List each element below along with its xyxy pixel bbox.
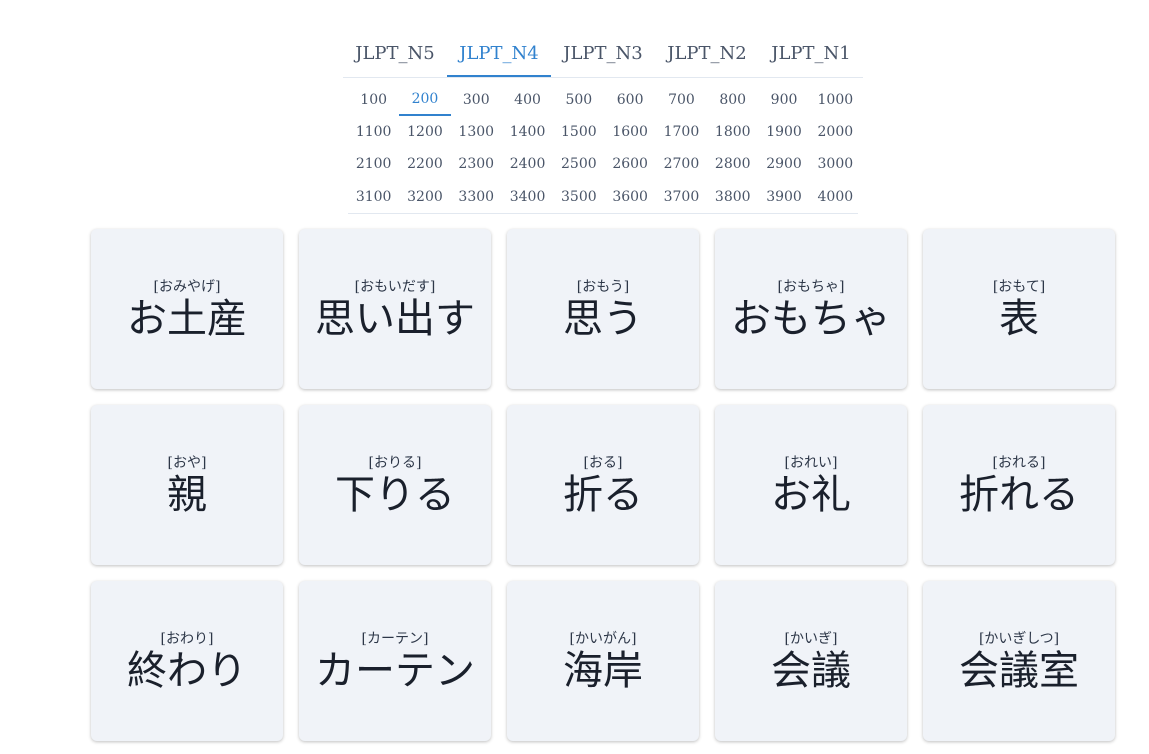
range-100[interactable]: 100: [348, 84, 399, 116]
word-card[interactable]: [おわり] 終わり: [91, 581, 283, 741]
word-text: お礼: [771, 472, 851, 518]
word-card[interactable]: [おる] 折る: [507, 405, 699, 565]
range-2200[interactable]: 2200: [399, 148, 450, 180]
tab-jlpt-n4[interactable]: JLPT_N4: [447, 32, 551, 77]
word-card[interactable]: [かいぎしつ] 会議室: [923, 581, 1115, 741]
range-2100[interactable]: 2100: [348, 148, 399, 180]
range-4000[interactable]: 4000: [810, 181, 861, 213]
word-card[interactable]: [カーテン] カーテン: [299, 581, 491, 741]
range-2400[interactable]: 2400: [502, 148, 553, 180]
level-tabs: JLPT_N5 JLPT_N4 JLPT_N3 JLPT_N2 JLPT_N1: [343, 32, 863, 78]
word-card[interactable]: [かいぎ] 会議: [715, 581, 907, 741]
word-reading: [かいぎしつ]: [978, 631, 1060, 647]
range-800[interactable]: 800: [707, 84, 758, 116]
word-text: 下りる: [335, 472, 455, 518]
range-900[interactable]: 900: [758, 84, 809, 116]
tab-jlpt-n1[interactable]: JLPT_N1: [759, 32, 863, 76]
word-reading: [おれる]: [992, 455, 1046, 471]
range-2900[interactable]: 2900: [758, 148, 809, 180]
range-300[interactable]: 300: [451, 84, 502, 116]
word-reading: [おれい]: [784, 455, 838, 471]
range-1400[interactable]: 1400: [502, 116, 553, 148]
range-1800[interactable]: 1800: [707, 116, 758, 148]
word-card[interactable]: [おれる] 折れる: [923, 405, 1115, 565]
range-3800[interactable]: 3800: [707, 181, 758, 213]
range-2500[interactable]: 2500: [553, 148, 604, 180]
word-card[interactable]: [おみやげ] お土産: [91, 229, 283, 389]
range-2000[interactable]: 2000: [810, 116, 861, 148]
range-200[interactable]: 200: [399, 84, 451, 117]
range-1100[interactable]: 1100: [348, 116, 399, 148]
range-3600[interactable]: 3600: [604, 181, 655, 213]
range-1200[interactable]: 1200: [399, 116, 450, 148]
word-card[interactable]: [おれい] お礼: [715, 405, 907, 565]
range-1700[interactable]: 1700: [656, 116, 707, 148]
word-text: 海岸: [563, 648, 643, 694]
range-500[interactable]: 500: [553, 84, 604, 116]
range-1600[interactable]: 1600: [604, 116, 655, 148]
range-2800[interactable]: 2800: [707, 148, 758, 180]
word-text: 折れる: [959, 472, 1079, 518]
range-3100[interactable]: 3100: [348, 181, 399, 213]
range-1500[interactable]: 1500: [553, 116, 604, 148]
range-3400[interactable]: 3400: [502, 181, 553, 213]
range-600[interactable]: 600: [604, 84, 655, 116]
word-reading: [カーテン]: [361, 631, 429, 647]
word-reading: [おりる]: [368, 455, 422, 471]
tab-jlpt-n2[interactable]: JLPT_N2: [655, 32, 759, 76]
word-reading: [おもいだす]: [354, 279, 436, 295]
word-reading: [おわり]: [160, 631, 214, 647]
range-2700[interactable]: 2700: [656, 148, 707, 180]
word-text: 折る: [563, 472, 643, 518]
word-reading: [おる]: [583, 455, 623, 471]
word-text: カーテン: [315, 648, 475, 694]
range-3300[interactable]: 3300: [451, 181, 502, 213]
word-text: おもちゃ: [731, 296, 891, 342]
range-3900[interactable]: 3900: [758, 181, 809, 213]
range-1300[interactable]: 1300: [451, 116, 502, 148]
word-reading: [かいぎ]: [784, 631, 838, 647]
word-text: 会議: [771, 648, 851, 694]
range-2600[interactable]: 2600: [604, 148, 655, 180]
word-text: 会議室: [959, 648, 1079, 694]
range-700[interactable]: 700: [656, 84, 707, 116]
word-card-grid: [おみやげ] お土産 [おもいだす] 思い出す [おもう] 思う [おもちゃ] おもちゃ [おも…: [91, 229, 1115, 741]
word-reading: [おみやげ]: [153, 279, 221, 295]
word-card[interactable]: [おや] 親: [91, 405, 283, 565]
word-card[interactable]: [かいがん] 海岸: [507, 581, 699, 741]
range-3500[interactable]: 3500: [553, 181, 604, 213]
range-3700[interactable]: 3700: [656, 181, 707, 213]
range-3200[interactable]: 3200: [399, 181, 450, 213]
word-reading: [かいがん]: [569, 631, 637, 647]
word-card[interactable]: [おもう] 思う: [507, 229, 699, 389]
word-text: 表: [999, 296, 1039, 342]
word-card[interactable]: [おもて] 表: [923, 229, 1115, 389]
range-grid: 100 200 300 400 500 600 700 800 900 1000 1100 1200 1…: [348, 84, 858, 214]
word-text: お土産: [127, 296, 247, 342]
word-card[interactable]: [おもいだす] 思い出す: [299, 229, 491, 389]
tab-jlpt-n5[interactable]: JLPT_N5: [343, 32, 447, 76]
range-1000[interactable]: 1000: [810, 84, 861, 116]
word-reading: [おもう]: [576, 279, 630, 295]
range-2300[interactable]: 2300: [451, 148, 502, 180]
tab-jlpt-n3[interactable]: JLPT_N3: [551, 32, 655, 76]
word-text: 終わり: [127, 648, 247, 694]
range-3000[interactable]: 3000: [810, 148, 861, 180]
word-card[interactable]: [おりる] 下りる: [299, 405, 491, 565]
range-400[interactable]: 400: [502, 84, 553, 116]
word-card[interactable]: [おもちゃ] おもちゃ: [715, 229, 907, 389]
word-text: 親: [167, 472, 207, 518]
word-text: 思い出す: [315, 296, 475, 342]
word-reading: [おもて]: [992, 279, 1046, 295]
range-1900[interactable]: 1900: [758, 116, 809, 148]
word-text: 思う: [563, 296, 643, 342]
word-reading: [おもちゃ]: [777, 279, 845, 295]
word-reading: [おや]: [167, 455, 207, 471]
